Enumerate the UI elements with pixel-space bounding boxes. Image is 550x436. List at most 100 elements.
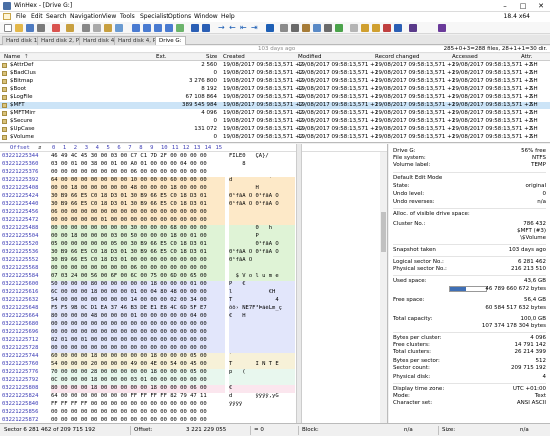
hex-row[interactable]: 03221225760 54 00 00 00 20 00 00 00 49 00…	[0, 361, 387, 369]
hex-bytes[interactable]: 64 00 00 00 00 00 00 00 10 00 00 00 60 0…	[51, 177, 225, 185]
file-row[interactable]: $Boot 8 192 19/08/2017 09:58:13,571 +2 19/0…	[0, 86, 550, 93]
hex-bytes[interactable]: 05 00 00 00 00 00 05 00 30 B9 66 E5 C0 1…	[51, 241, 225, 249]
hex-row[interactable]: 03221225776 70 00 00 00 28 00 00 00 00 00…	[0, 369, 387, 377]
tab-hard-disk-1[interactable]: Hard disk 1	[2, 36, 42, 45]
goto-sector-icon[interactable]	[202, 24, 210, 32]
menu-file[interactable]: File	[16, 13, 26, 20]
hex-ascii[interactable]: l €H	[229, 289, 295, 297]
hex-ascii[interactable]	[229, 345, 295, 353]
file-recovery-icon[interactable]	[350, 24, 358, 32]
hex-ascii[interactable]: õõ› ÑÊ7F³ÞáèLm_ç	[229, 305, 295, 313]
jump-forward-icon[interactable]: ⇥	[251, 24, 259, 32]
hex-row[interactable]: 03221225456 06 00 00 00 00 00 00 00 00 00…	[0, 209, 387, 217]
hex-row[interactable]: 03221225728 00 00 00 00 00 00 00 00 00 00…	[0, 345, 387, 353]
hex-ascii[interactable]: ÿÿÿÿ	[229, 401, 295, 409]
open-folder-icon[interactable]	[15, 24, 23, 32]
file-row[interactable]: $UpCase 131 072 19/08/2017 09:58:13,571 +2…	[0, 126, 550, 133]
hex-ascii[interactable]: 8	[229, 161, 295, 169]
menu-search[interactable]: Search	[46, 13, 67, 20]
hex-ascii[interactable]: H	[229, 185, 295, 193]
hex-bytes[interactable]: 07 03 24 00 56 00 6F 00 6C 00 75 00 6D 0…	[51, 273, 225, 281]
hex-row[interactable]: 03221225504 00 00 18 00 00 00 03 00 50 00…	[0, 233, 387, 241]
hex-row[interactable]: 03221225664 80 00 00 00 48 00 00 00 01 00…	[0, 313, 387, 321]
hex-bytes[interactable]: 00 00 00 00 00 00 00 00 30 00 00 00 68 0…	[51, 225, 225, 233]
calculator-icon[interactable]	[266, 24, 274, 32]
hex-ascii[interactable]	[229, 217, 295, 225]
column-accessed[interactable]: Accessed	[452, 54, 478, 60]
jump-back-icon[interactable]: ⇤	[240, 24, 248, 32]
column-size[interactable]: Size	[206, 54, 217, 60]
explore-icon[interactable]	[361, 24, 369, 32]
column-ext[interactable]: Ext.	[156, 54, 167, 60]
hex-row[interactable]: 03221225584 07 03 24 00 56 00 6F 00 6C 00…	[0, 273, 387, 281]
hex-ascii[interactable]: €	[229, 385, 295, 393]
hex-ascii[interactable]: 0¹fåÀ Ó 0¹fåÀ Ó	[229, 249, 295, 257]
properties-icon[interactable]	[52, 24, 60, 32]
hex-row[interactable]: 03221225344 46 49 4C 45 30 00 03 00 C7 C1…	[0, 153, 387, 161]
save-icon[interactable]	[26, 24, 34, 32]
menu-help[interactable]: Help	[221, 13, 235, 20]
hex-bytes[interactable]: 50 00 00 00 80 00 00 00 00 00 18 00 00 0…	[51, 281, 225, 289]
vertical-scrollbar[interactable]	[380, 152, 387, 423]
file-row[interactable]: $Secure 0 19/08/2017 09:58:13,571 +2 19/08/…	[0, 118, 550, 125]
hex-row[interactable]: 03221225856 00 00 00 00 00 00 00 00 00 00…	[0, 409, 387, 417]
hex-row[interactable]: 03221225840 FF FF FF FF 00 00 00 00 00 00…	[0, 401, 387, 409]
hex-ascii[interactable]: P €	[229, 281, 295, 289]
hex-bytes[interactable]: 03 00 01 00 38 00 01 00 A0 01 00 00 00 0…	[51, 161, 225, 169]
menu-window[interactable]: Window	[194, 13, 218, 20]
tab-hard-disk-4[interactable]: Hard disk 4	[79, 36, 119, 45]
file-row[interactable]: $Bitmap 3 276 800 19/08/2017 09:58:13,571 …	[0, 78, 550, 85]
hex-bytes[interactable]: 80 00 00 00 48 00 00 00 01 00 00 00 00 0…	[51, 313, 225, 321]
hex-bytes[interactable]: 00 00 18 00 00 00 00 00 48 00 00 00 18 0…	[51, 185, 225, 193]
hex-ascii[interactable]: 0¹fåÀ Ó 0¹fåÀ Ó	[229, 193, 295, 201]
hex-ascii[interactable]	[229, 329, 295, 337]
hex-bytes[interactable]: 00 00 00 00 00 00 00 00 06 00 00 00 00 0…	[51, 265, 225, 273]
hex-row[interactable]: 03221225488 00 00 00 00 00 00 00 00 30 00…	[0, 225, 387, 233]
file-row[interactable]: $AttrDef 2 560 19/08/2017 09:58:13,571 +2 1…	[0, 62, 550, 69]
document-icon[interactable]	[3, 13, 11, 20]
pane-splitter[interactable]	[296, 144, 302, 423]
goto-offset-icon[interactable]	[191, 24, 199, 32]
hex-bytes[interactable]: 00 00 00 00 00 00 00 00 00 00 00 00 00 0…	[51, 329, 225, 337]
hex-row[interactable]: 03221225536 30 B9 66 E5 C0 18 D3 01 30 B9…	[0, 249, 387, 257]
hex-ascii[interactable]: d ÿÿÿÿ‚yG	[229, 393, 295, 401]
paste-icon[interactable]	[104, 24, 112, 32]
hex-bytes[interactable]: F5 F5 9B 0C D1 EA 37 46 B3 DE E1 E8 4C 6…	[51, 305, 225, 313]
hex-row[interactable]: 03221225392 64 00 00 00 00 00 00 00 10 00…	[0, 177, 387, 185]
hex-ascii[interactable]: `	[229, 353, 295, 361]
hex-row[interactable]: 03221225424 30 B9 66 E5 C0 18 D3 01 30 B9…	[0, 193, 387, 201]
hex-row[interactable]: 03221225600 50 00 00 00 80 00 00 00 00 00…	[0, 281, 387, 289]
disk-icon[interactable]	[280, 24, 288, 32]
maximize-button[interactable]: □	[514, 0, 532, 12]
hex-row[interactable]: 03221225376 00 00 00 00 00 00 00 00 06 00…	[0, 169, 387, 177]
hex-row[interactable]: 03221225568 00 00 00 00 00 00 00 00 06 00…	[0, 265, 387, 273]
hex-ascii[interactable]: 0¹fåÀ Ó 0¹fåÀ Ó	[229, 201, 295, 209]
hex-bytes[interactable]: 46 49 4C 45 30 00 03 00 C7 C1 7D 2F 00 0…	[51, 153, 225, 161]
hex-bytes[interactable]: 00 00 00 00 00 00 00 00 00 00 00 00 00 0…	[51, 321, 225, 329]
hex-bytes[interactable]: 70 00 00 00 28 00 00 00 00 00 18 00 00 0…	[51, 369, 225, 377]
hex-ascii[interactable]: d `	[229, 177, 295, 185]
menu-specialist[interactable]: Specialist	[140, 13, 169, 20]
arrow-left-icon[interactable]: ←	[229, 24, 237, 32]
directory-browser-icon[interactable]	[372, 24, 380, 32]
hex-ascii[interactable]: $ V o l u m e	[229, 273, 295, 281]
close-button[interactable]: ✕	[532, 0, 550, 12]
evidence-icon[interactable]	[438, 24, 446, 32]
ram-icon[interactable]	[291, 24, 299, 32]
hex-row[interactable]: 03221225440 30 B9 66 E5 C0 18 D3 01 30 B9…	[0, 201, 387, 209]
info-icon[interactable]	[394, 24, 402, 32]
hex-bytes[interactable]: 54 00 00 00 20 00 00 00 49 00 4E 00 54 0…	[51, 361, 225, 369]
hex-bytes[interactable]: 30 B9 66 E5 C0 18 D3 01 30 B9 66 E5 C0 1…	[51, 201, 225, 209]
menu-navigation[interactable]: Navigation	[70, 13, 102, 20]
hex-row[interactable]: 03221225792 0C 00 00 00 18 00 00 00 03 01…	[0, 377, 387, 385]
hex-ascii[interactable]: FILE0 ÇÁ}/	[229, 153, 295, 161]
hex-row[interactable]: 03221225712 02 01 00 01 00 00 00 00 00 00…	[0, 337, 387, 345]
hex-bytes[interactable]: 80 00 00 00 18 00 00 00 00 00 18 00 00 0…	[51, 385, 225, 393]
hex-bytes[interactable]: 60 00 00 00 18 00 00 00 00 00 18 00 00 0…	[51, 353, 225, 361]
hex-ascii[interactable]: p (	[229, 369, 295, 377]
replace-text-icon[interactable]	[154, 24, 162, 32]
hex-bytes[interactable]: FF FF FF FF 00 00 00 00 00 00 00 00 00 0…	[51, 401, 225, 409]
hex-ascii[interactable]: 0 h	[229, 225, 295, 233]
refresh-icon[interactable]	[335, 24, 343, 32]
hex-ascii[interactable]: 0¹fåÀ Ó	[229, 257, 295, 265]
